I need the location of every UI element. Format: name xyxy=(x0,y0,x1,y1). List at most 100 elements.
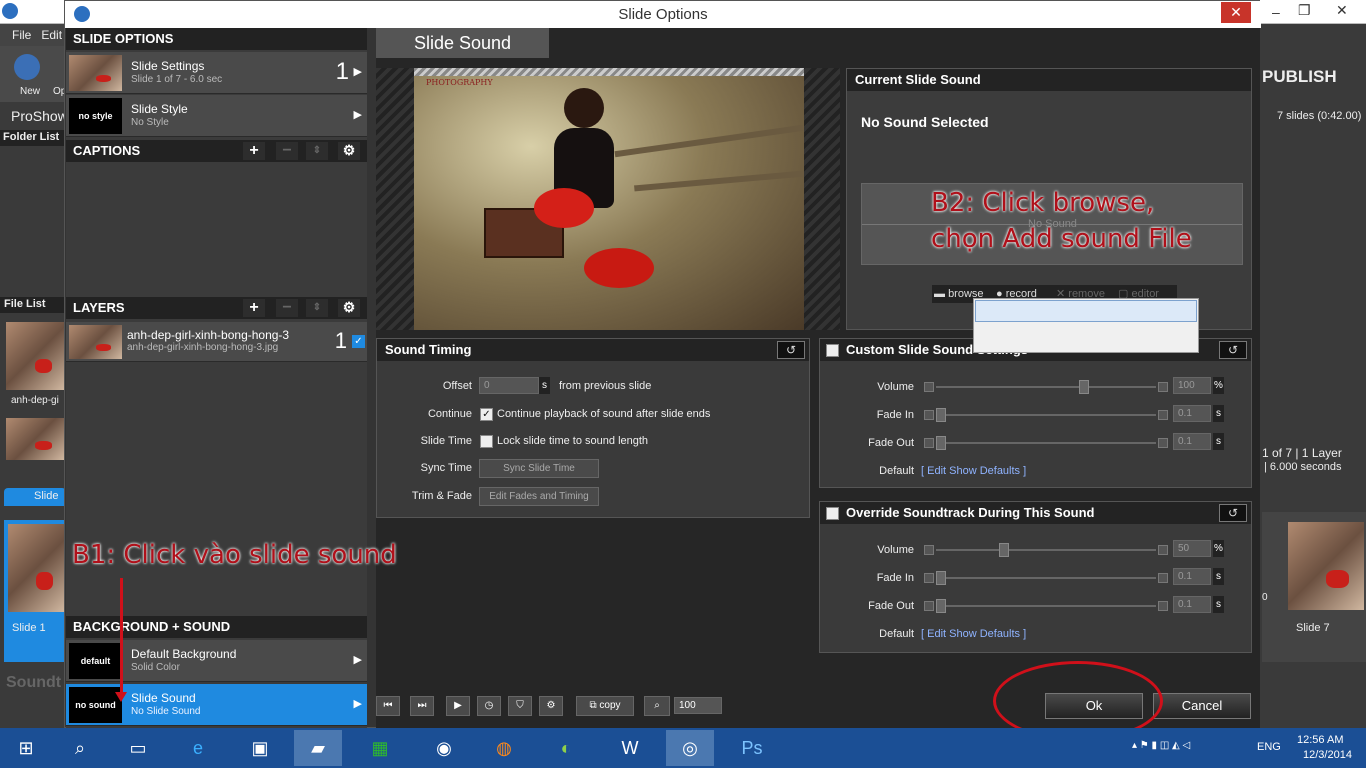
gear-icon[interactable]: ⚙ xyxy=(539,696,563,716)
edit-show-defaults-link[interactable]: [ Edit Show Defaults ] xyxy=(921,628,1026,640)
file-explorer-icon[interactable]: ▰ xyxy=(294,730,342,766)
override-soundtrack-checkbox[interactable] xyxy=(826,507,839,520)
annotation-arrow xyxy=(120,578,123,696)
remove-layer-button[interactable]: − xyxy=(276,299,298,317)
slide-style-sub: No Style xyxy=(131,117,169,128)
add-sound-file-menu-item[interactable] xyxy=(975,300,1197,322)
layers-header: LAYERS + − ⇕ ⚙ xyxy=(66,297,367,319)
unikey-icon[interactable]: ▣ xyxy=(236,730,284,766)
photo-watermark: PHOTOGRAPHY xyxy=(426,78,493,87)
minimize-icon[interactable]: – xyxy=(1272,4,1280,20)
slide-time-checkbox[interactable] xyxy=(480,435,493,448)
fade-out-label: Fade Out xyxy=(868,600,914,612)
custom-sound-checkbox[interactable] xyxy=(826,344,839,357)
fade-out-input[interactable]: 0.1 xyxy=(1173,433,1211,450)
volume-slider-knob[interactable] xyxy=(999,543,1009,557)
slide-sound-title: Slide Sound xyxy=(131,691,196,705)
start-icon[interactable]: ⊞ xyxy=(2,730,50,766)
coccoc-icon[interactable]: ◐ xyxy=(542,730,590,766)
maximize-icon[interactable]: ❐ xyxy=(1298,2,1311,19)
photoshop-icon[interactable]: Ps xyxy=(728,730,776,766)
tab-slide-sound[interactable]: Slide Sound xyxy=(376,28,549,58)
new-label: New xyxy=(20,86,41,97)
zoom-input[interactable]: 100 xyxy=(674,697,722,714)
clock-time[interactable]: 12:56 AM xyxy=(1297,734,1343,746)
add-layer-button[interactable]: + xyxy=(243,299,265,317)
language-indicator[interactable]: ENG xyxy=(1257,741,1281,753)
new-icon[interactable] xyxy=(14,54,40,80)
volume-slider[interactable] xyxy=(924,543,1168,557)
offset-suffix: from previous slide xyxy=(559,380,652,392)
firefox-icon[interactable]: ◍ xyxy=(480,730,528,766)
menu-file[interactable]: File xyxy=(12,28,31,42)
clock-date[interactable]: 12/3/2014 xyxy=(1303,749,1352,761)
reset-icon[interactable]: ↺ xyxy=(777,341,805,359)
add-caption-button[interactable]: + xyxy=(243,142,265,160)
fade-in-input[interactable]: 0.1 xyxy=(1173,405,1211,422)
first-slide-icon[interactable]: ⏮ xyxy=(376,696,400,716)
reset-icon[interactable]: ↺ xyxy=(1219,341,1247,359)
sync-slide-time-button[interactable]: Sync Slide Time xyxy=(479,459,599,478)
proshow-icon[interactable]: ◎ xyxy=(666,730,714,766)
volume-slider-knob[interactable] xyxy=(1079,380,1089,394)
fade-in-slider[interactable] xyxy=(924,408,1168,422)
edit-show-defaults-link[interactable]: [ Edit Show Defaults ] xyxy=(921,465,1026,477)
task-view-icon[interactable]: ▭ xyxy=(114,730,162,766)
select-from-media-source-menu-item[interactable] xyxy=(975,329,1197,351)
volume-slider[interactable] xyxy=(924,380,1168,394)
close-button[interactable]: ✕ xyxy=(1221,2,1251,23)
remove-caption-button[interactable]: − xyxy=(276,142,298,160)
offset-input[interactable]: 0 xyxy=(479,377,539,394)
fade-in-input[interactable]: 0.1 xyxy=(1173,568,1211,585)
sound-timing-panel: Sound Timing ↺ Offset 0 s from previous … xyxy=(376,338,810,518)
tray-icons[interactable]: ▴ ⚑ ▮ ◫ ◭ ◁ xyxy=(1132,740,1190,751)
layers-label: LAYERS xyxy=(73,300,125,315)
zoom-icon[interactable]: ⌕ xyxy=(644,696,670,716)
menu-edit[interactable]: Edit xyxy=(41,28,62,42)
fade-in-slider[interactable] xyxy=(924,571,1168,585)
next-slide-icon[interactable]: ⏭ xyxy=(410,696,434,716)
continue-checkbox[interactable]: ✓ xyxy=(480,408,493,421)
annotation-arrow-head xyxy=(115,692,127,702)
slide-1-card[interactable]: Slide 1 xyxy=(4,520,66,662)
reset-icon[interactable]: ↺ xyxy=(1219,504,1247,522)
reorder-layer-button[interactable]: ⇕ xyxy=(306,299,328,317)
layer-visible-checkbox[interactable]: ✓ xyxy=(352,335,365,348)
slide-7-thumbnail[interactable] xyxy=(1288,522,1364,610)
file-thumbnail-2[interactable] xyxy=(6,418,64,460)
volume-input[interactable]: 100 xyxy=(1173,377,1211,394)
copy-button[interactable]: ⧉ copy xyxy=(576,696,634,716)
slide-sound-item[interactable]: no sound Slide Sound No Slide Sound ▶ xyxy=(66,684,367,726)
shield-icon[interactable]: ⛉ xyxy=(508,696,532,716)
layer-settings-gear-icon[interactable]: ⚙ xyxy=(338,299,360,317)
cancel-button[interactable]: Cancel xyxy=(1153,693,1251,719)
play-icon[interactable]: ▶ xyxy=(446,696,470,716)
word-icon[interactable]: W xyxy=(606,730,654,766)
internet-explorer-icon[interactable]: e xyxy=(174,730,222,766)
default-background-item[interactable]: default Default Background Solid Color ▶ xyxy=(66,640,367,682)
slide-settings-item[interactable]: Slide Settings Slide 1 of 7 - 6.0 sec 1 … xyxy=(66,52,367,94)
left-options-panel: SLIDE OPTIONS Slide Settings Slide 1 of … xyxy=(66,28,367,728)
dialog-title-text: Slide Options xyxy=(618,6,708,23)
fade-out-input[interactable]: 0.1 xyxy=(1173,596,1211,613)
reorder-caption-button[interactable]: ⇕ xyxy=(306,142,328,160)
slide-sound-sub: No Slide Sound xyxy=(131,706,201,717)
slide-options-dialog: Slide Options ✕ SLIDE OPTIONS Slide Sett… xyxy=(64,0,1261,728)
publish-label[interactable]: PUBLISH xyxy=(1262,67,1337,87)
caption-settings-gear-icon[interactable]: ⚙ xyxy=(338,142,360,160)
store-icon[interactable]: ▦ xyxy=(356,730,404,766)
close-icon[interactable]: ✕ xyxy=(1336,2,1348,19)
file-thumbnail-1[interactable] xyxy=(6,322,64,390)
chrome-icon[interactable]: ◉ xyxy=(420,730,468,766)
background-toolbar: New Op xyxy=(0,46,66,102)
fade-out-slider[interactable] xyxy=(924,599,1168,613)
slide-style-item[interactable]: no style Slide Style No Style ▶ xyxy=(66,95,367,137)
fade-out-slider[interactable] xyxy=(924,436,1168,450)
search-icon[interactable]: ⌕ xyxy=(56,730,104,766)
chevron-right-icon: ▶ xyxy=(353,698,362,710)
volume-input[interactable]: 50 xyxy=(1173,540,1211,557)
edit-fades-button[interactable]: Edit Fades and Timing xyxy=(479,487,599,506)
layer-item[interactable]: anh-dep-girl-xinh-bong-hong-3 anh-dep-gi… xyxy=(66,322,367,362)
soundtrack-label: Soundt xyxy=(6,674,62,691)
timer-icon[interactable]: ◷ xyxy=(477,696,501,716)
